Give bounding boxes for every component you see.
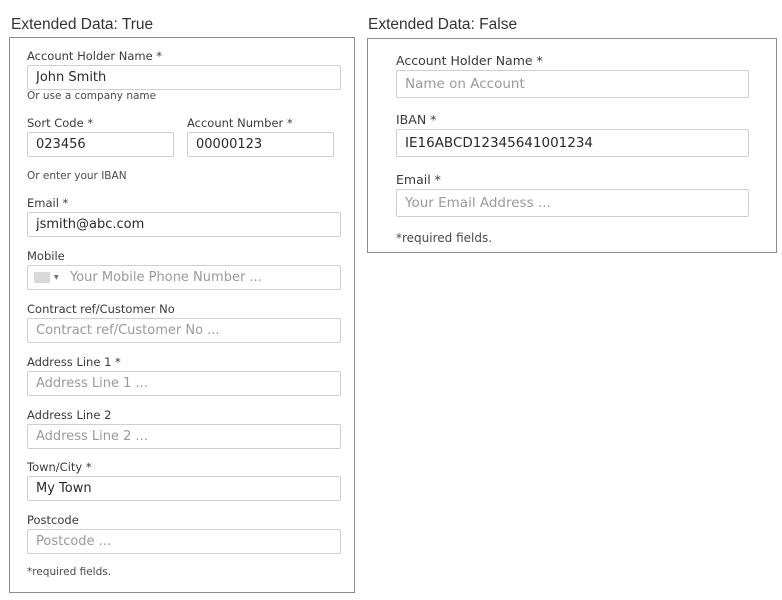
chevron-down-icon[interactable]: ▼ [54,273,59,283]
email-label: Email * [27,196,69,210]
town-input[interactable] [27,476,341,501]
iban-hint: Or enter your IBAN [27,170,127,182]
sort-code-input[interactable] [27,132,174,157]
account-holder-label: Account Holder Name * [396,53,543,68]
mobile-field: ▼ [27,265,348,290]
address-line-1-input[interactable] [27,371,341,396]
town-label: Town/City * [27,460,92,474]
mobile-label: Mobile [27,249,65,263]
contract-ref-label: Contract ref/Customer No [27,302,175,316]
account-number-label: Account Number * [187,116,293,130]
account-number-input[interactable] [187,132,334,157]
address-line-2-input[interactable] [27,424,341,449]
required-fields-note: *required fields. [396,231,493,245]
iban-label: IBAN * [396,112,437,127]
email-input[interactable] [396,189,749,217]
address-line-2-label: Address Line 2 [27,408,112,422]
required-fields-note: *required fields. [27,566,112,578]
right-form-card: Account Holder Name * IBAN * Email * *re… [367,38,777,253]
email-input[interactable] [27,212,341,237]
account-holder-label: Account Holder Name * [27,49,163,63]
contract-ref-input[interactable] [27,318,341,343]
email-label: Email * [396,172,441,187]
account-holder-input[interactable] [396,70,749,98]
left-panel-title: Extended Data: True [11,16,154,33]
right-panel-title: Extended Data: False [368,16,518,33]
company-name-hint: Or use a company name [27,90,157,102]
mobile-input[interactable] [62,266,348,289]
left-form-card: Account Holder Name * Or use a company n… [9,37,355,593]
country-flag-icon[interactable] [34,272,50,283]
postcode-label: Postcode [27,513,79,527]
iban-input[interactable] [396,129,749,157]
address-line-1-label: Address Line 1 * [27,355,121,369]
postcode-input[interactable] [27,529,341,554]
account-holder-input[interactable] [27,65,341,90]
sort-code-label: Sort Code * [27,116,94,130]
